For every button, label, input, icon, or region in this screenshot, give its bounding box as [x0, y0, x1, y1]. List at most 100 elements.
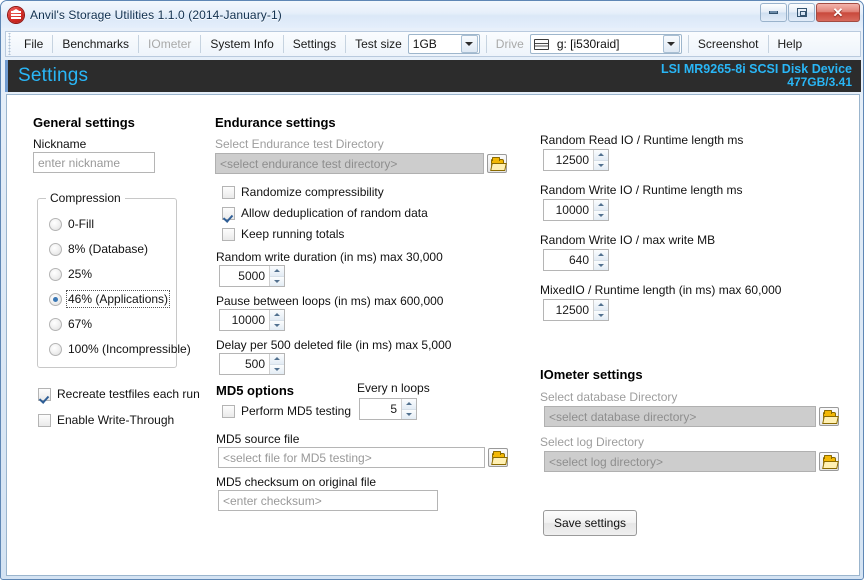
spinner-buttons: [593, 150, 608, 170]
spinner-up-button[interactable]: [402, 399, 416, 409]
folder-open-icon: [490, 156, 504, 169]
radio-label: 25%: [68, 267, 93, 281]
iometer-db-label: Select database Directory: [540, 390, 678, 404]
md5-browse-button[interactable]: [488, 448, 508, 467]
iometer-db-input: <select database directory>: [544, 406, 816, 427]
spinner-value: 12500: [555, 153, 589, 167]
spinner-value: 5: [390, 402, 397, 416]
checkbox-label: Keep running totals: [241, 227, 345, 241]
iometer-log-browse-button[interactable]: [819, 452, 839, 471]
spinner-down-button[interactable]: [594, 259, 608, 270]
checkbox-icon: [222, 206, 235, 220]
radio-label: 100% (Incompressible): [68, 342, 191, 356]
checkbox-label: Perform MD5 testing: [241, 404, 352, 418]
maximize-button[interactable]: [788, 3, 815, 22]
every-n-loops-spinner[interactable]: 5: [359, 398, 417, 420]
checkbox-allow-deduplication[interactable]: Allow deduplication of random data: [222, 206, 428, 220]
menu-help[interactable]: Help: [769, 33, 812, 55]
menu-system-info[interactable]: System Info: [201, 33, 282, 55]
spinner-up-button[interactable]: [594, 300, 608, 310]
spinner-up-button[interactable]: [594, 250, 608, 260]
pause-between-loops-label: Pause between loops (in ms) max 600,000: [216, 294, 444, 308]
radio-46-applications[interactable]: 46% (Applications): [49, 290, 171, 308]
radio-100-incompressible[interactable]: 100% (Incompressible): [49, 342, 191, 356]
iometer-settings-heading: IOmeter settings: [540, 367, 643, 382]
iometer-log-row: <select log directory>: [544, 451, 839, 472]
random-write-io-runtime-spinner[interactable]: 10000: [543, 199, 609, 221]
md5-source-file-label: MD5 source file: [216, 432, 300, 446]
spinner-down-button[interactable]: [594, 159, 608, 170]
iometer-db-browse-button[interactable]: [819, 407, 839, 426]
menu-settings[interactable]: Settings: [284, 33, 345, 55]
menu-file[interactable]: File: [15, 33, 52, 55]
radio-icon: [49, 292, 62, 306]
random-write-io-max-mb-spinner[interactable]: 640: [543, 249, 609, 271]
radio-67[interactable]: 67%: [49, 317, 92, 331]
spinner-buttons: [593, 200, 608, 220]
radio-label: 67%: [68, 317, 93, 331]
nickname-input[interactable]: enter nickname: [33, 152, 155, 173]
chevron-down-icon[interactable]: [460, 35, 478, 53]
radio-8-database[interactable]: 8% (Database): [49, 242, 148, 256]
spinner-up-button[interactable]: [594, 200, 608, 210]
mixedio-runtime-spinner[interactable]: 12500: [543, 299, 609, 321]
test-size-value: 1GB: [412, 37, 437, 51]
random-read-io-runtime-spinner[interactable]: 12500: [543, 149, 609, 171]
endurance-dir-row: <select endurance test directory>: [215, 153, 507, 174]
random-write-io-max-mb-label: Random Write IO / max write MB: [540, 233, 716, 247]
md5-options-heading: MD5 options: [216, 383, 294, 398]
spinner-down-button[interactable]: [594, 309, 608, 320]
md5-source-file-row: <select file for MD5 testing>: [218, 447, 508, 468]
page-title: Settings: [18, 65, 89, 86]
toolbar-grip[interactable]: [7, 33, 15, 55]
menu-screenshot[interactable]: Screenshot: [689, 33, 768, 55]
spinner-down-button[interactable]: [270, 363, 284, 374]
radio-25[interactable]: 25%: [49, 267, 92, 281]
endurance-browse-button[interactable]: [487, 154, 507, 173]
test-size-combo[interactable]: 1GB: [407, 34, 480, 54]
folder-open-icon: [822, 454, 836, 467]
spinner-down-button[interactable]: [594, 209, 608, 220]
checkbox-enable-write-through[interactable]: Enable Write-Through: [38, 413, 174, 427]
maximize-icon: [796, 8, 807, 17]
drive-combo[interactable]: g: [i530raid]: [529, 34, 682, 54]
checkbox-perform-md5-testing[interactable]: Perform MD5 testing: [222, 404, 351, 418]
spinner-up-button[interactable]: [270, 354, 284, 364]
spinner-up-button[interactable]: [270, 310, 284, 320]
radio-icon: [49, 267, 62, 281]
checkbox-label: Recreate testfiles each run: [57, 387, 200, 401]
drive-icon: [533, 38, 549, 50]
device-capacity: 477GB/3.41: [787, 75, 852, 90]
random-read-io-runtime-label: Random Read IO / Runtime length ms: [540, 133, 744, 147]
menu-benchmarks[interactable]: Benchmarks: [53, 33, 138, 55]
md5-checksum-input[interactable]: <enter checksum>: [218, 490, 438, 511]
md5-source-file-input[interactable]: <select file for MD5 testing>: [218, 447, 485, 468]
random-write-duration-spinner[interactable]: 5000: [219, 265, 285, 287]
pause-between-loops-spinner[interactable]: 10000: [219, 309, 285, 331]
checkbox-recreate-testfiles[interactable]: Recreate testfiles each run: [38, 387, 200, 401]
spinner-value: 5000: [238, 269, 265, 283]
spinner-value: 10000: [555, 203, 589, 217]
minimize-button[interactable]: [760, 3, 787, 22]
chevron-down-icon[interactable]: [662, 35, 680, 53]
save-settings-button[interactable]: Save settings: [543, 510, 637, 536]
spinner-down-button[interactable]: [402, 408, 416, 419]
radio-0-fill[interactable]: 0-Fill: [49, 217, 94, 231]
spinner-down-button[interactable]: [270, 275, 284, 286]
spinner-up-button[interactable]: [594, 150, 608, 160]
delay-per-500-deleted-spinner[interactable]: 500: [219, 353, 285, 375]
random-write-io-runtime-label: Random Write IO / Runtime length ms: [540, 183, 743, 197]
device-info: LSI MR9265-8i SCSI Disk Device 477GB/3.4…: [661, 63, 861, 89]
checkbox-keep-running-totals[interactable]: Keep running totals: [222, 227, 344, 241]
iometer-db-row: <select database directory>: [544, 406, 839, 427]
page-header: Settings LSI MR9265-8i SCSI Disk Device …: [5, 60, 861, 92]
checkbox-label: Enable Write-Through: [57, 413, 175, 427]
folder-open-icon: [822, 409, 836, 422]
checkbox-randomize-compressibility[interactable]: Randomize compressibility: [222, 185, 384, 199]
endurance-settings-heading: Endurance settings: [215, 115, 336, 130]
spinner-up-button[interactable]: [270, 266, 284, 276]
close-button[interactable]: ✕: [816, 3, 860, 22]
folder-open-icon: [491, 450, 505, 463]
every-n-loops-label: Every n loops: [357, 381, 430, 395]
spinner-down-button[interactable]: [270, 319, 284, 330]
